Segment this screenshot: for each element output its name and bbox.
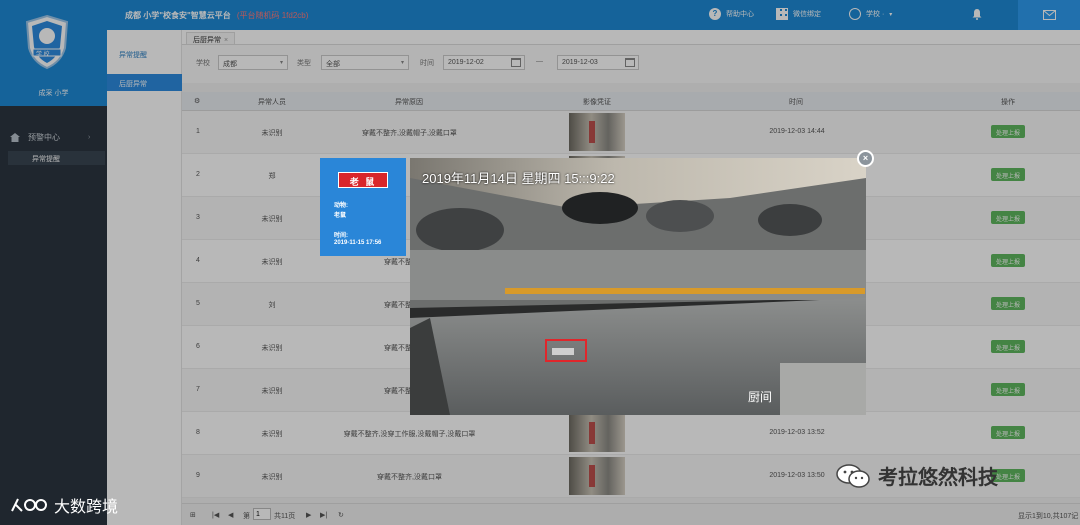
detection-badge: 老 鼠	[338, 172, 388, 188]
animal-label: 动物:	[334, 203, 348, 209]
camera-timestamp: 2019年11月14日 星期四 15:::9:22	[422, 171, 615, 186]
watermark-right-text: 考拉悠然科技	[878, 467, 998, 489]
watermark-logo-icon	[11, 498, 47, 512]
time-value: 2019-11-15 17:56	[334, 240, 382, 246]
wechat-icon	[836, 463, 870, 488]
detection-info-card: 老 鼠 动物: 老鼠 时间: 2019-11-15 17:56	[320, 158, 406, 256]
time-label: 时间:	[334, 233, 348, 239]
detection-box	[545, 339, 587, 362]
modal-close-button[interactable]: ×	[857, 150, 874, 167]
watermark-left-text: 大数跨境	[54, 499, 119, 516]
camera-snapshot: 2019年11月14日 星期四 15:::9:22 厨间	[410, 158, 866, 415]
kitchen-scene-image	[410, 158, 866, 415]
watermark-right: 考拉悠然科技	[836, 461, 998, 490]
animal-value: 老鼠	[334, 213, 347, 219]
watermark-left: 大数跨境	[10, 493, 118, 517]
camera-overlay-text: 厨间	[748, 390, 773, 404]
